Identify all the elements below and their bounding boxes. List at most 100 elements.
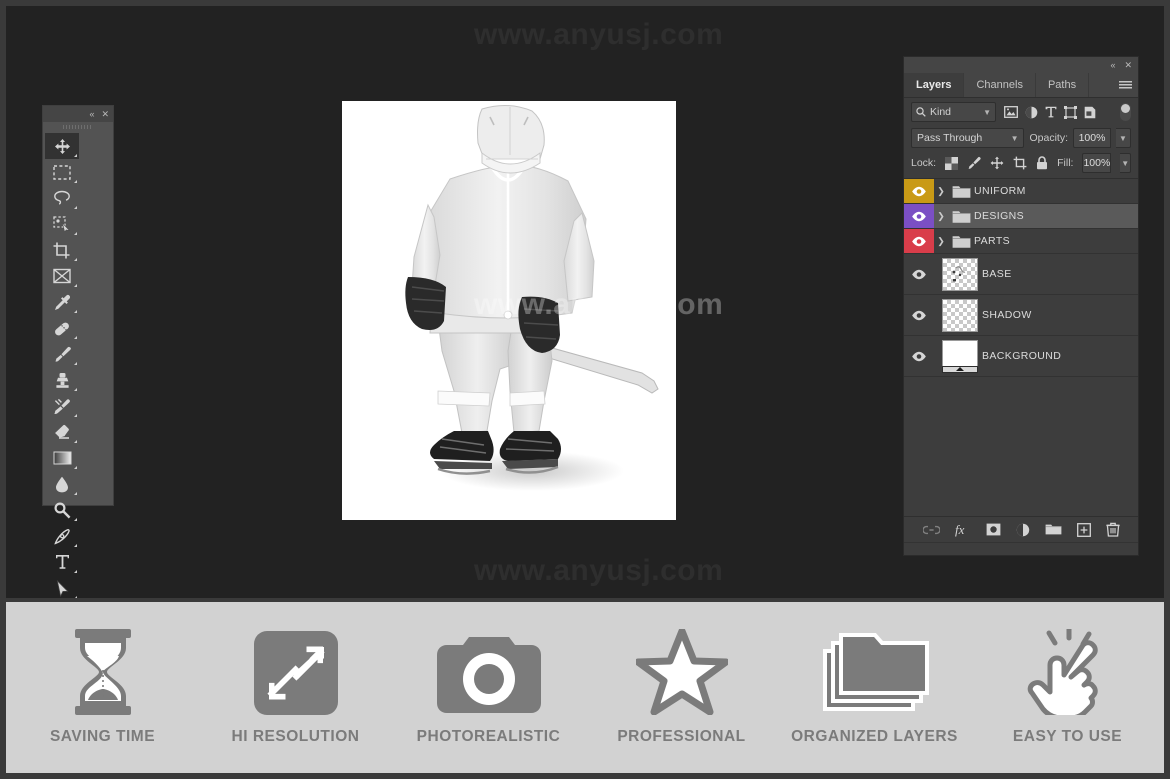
- lock-position-icon[interactable]: [990, 156, 1004, 170]
- search-icon: [916, 107, 926, 117]
- opacity-label: Opacity:: [1029, 132, 1068, 144]
- lock-row: Lock: Fill: 100% ▼: [904, 151, 1138, 178]
- add-layer-mask-icon[interactable]: [986, 523, 1001, 536]
- tab-channels[interactable]: Channels: [964, 73, 1036, 97]
- visibility-toggle-shadow[interactable]: [904, 295, 934, 335]
- layer-name-parts: PARTS: [974, 235, 1011, 247]
- path-selection-tool[interactable]: [45, 575, 79, 598]
- crop-tool[interactable]: [45, 237, 79, 263]
- blend-mode-value: Pass Through: [917, 132, 983, 144]
- layer-name-base: BASE: [982, 268, 1012, 280]
- layer-thumbnail-base[interactable]: [942, 257, 978, 291]
- chevron-down-icon: ▼: [1010, 133, 1019, 143]
- hourglass-icon: [69, 629, 137, 715]
- layer-style-fx-icon[interactable]: fx: [955, 523, 971, 537]
- layer-filter-row: Kind ▼: [904, 98, 1138, 126]
- eraser-tool[interactable]: [45, 419, 79, 445]
- type-filter-icon[interactable]: [1045, 106, 1057, 118]
- layer-name-uniform: UNIFORM: [974, 185, 1026, 197]
- layer-row-background[interactable]: BACKGROUND: [904, 336, 1138, 377]
- feature-saving-time: SAVING TIME: [18, 629, 188, 746]
- filter-kind-select[interactable]: Kind ▼: [911, 102, 996, 122]
- tab-paths[interactable]: Paths: [1036, 73, 1090, 97]
- pen-tool[interactable]: [45, 523, 79, 549]
- feature-label-photorealistic: PHOTOREALISTIC: [416, 728, 561, 745]
- new-group-icon[interactable]: [1045, 523, 1062, 536]
- feature-organized-layers: ORGANIZED LAYERS: [790, 629, 960, 746]
- feature-label-hi-resolution: HI RESOLUTION: [231, 728, 360, 745]
- folder-icon: [948, 184, 974, 199]
- blur-tool[interactable]: [45, 471, 79, 497]
- link-layers-icon[interactable]: [922, 525, 940, 535]
- feature-easy-to-use: EASY TO USE: [983, 629, 1153, 746]
- lock-artboard-icon[interactable]: [1013, 156, 1027, 170]
- watermark-bottom: www.anyusj.com: [474, 554, 724, 587]
- visibility-toggle-base[interactable]: [904, 254, 934, 294]
- tools-panel-header: « ✕: [43, 106, 113, 122]
- image-filter-icon[interactable]: [1004, 106, 1018, 118]
- gradient-tool[interactable]: [45, 445, 79, 471]
- delete-layer-icon[interactable]: [1105, 522, 1120, 537]
- chevron-down-icon: ▼: [983, 107, 991, 117]
- fill-chevron-down-icon[interactable]: ▼: [1120, 153, 1131, 173]
- filter-enable-toggle[interactable]: [1120, 103, 1131, 121]
- lock-all-icon[interactable]: [1036, 156, 1048, 170]
- brush-tool[interactable]: [45, 341, 79, 367]
- shape-filter-icon[interactable]: [1064, 105, 1077, 119]
- quick-selection-tool[interactable]: [45, 211, 79, 237]
- visibility-toggle-background[interactable]: [904, 336, 934, 376]
- tools-panel: « ✕: [42, 105, 114, 598]
- healing-brush-tool[interactable]: [45, 315, 79, 341]
- layers-panel-footer: fx: [904, 516, 1138, 542]
- lock-transparent-pixels-icon[interactable]: [945, 156, 959, 170]
- layers-close-icon[interactable]: ✕: [1124, 60, 1132, 70]
- fill-input[interactable]: 100%: [1082, 153, 1112, 173]
- expand-group-parts[interactable]: ❯: [934, 236, 948, 247]
- type-tool[interactable]: [45, 549, 79, 575]
- clone-stamp-tool[interactable]: [45, 367, 79, 393]
- layer-thumbnail-background[interactable]: [942, 339, 978, 373]
- layer-thumbnail-shadow[interactable]: [942, 298, 978, 332]
- rectangular-marquee-tool[interactable]: [45, 159, 79, 185]
- lock-image-pixels-icon[interactable]: [967, 156, 981, 170]
- panel-resize-handle[interactable]: [904, 542, 1138, 555]
- tools-grid: [43, 131, 113, 598]
- fill-label: Fill:: [1057, 157, 1074, 169]
- tools-drag-grip[interactable]: [43, 122, 113, 131]
- visibility-toggle-designs[interactable]: [904, 204, 934, 228]
- photoshop-workspace: www.anyusj.com www.anyusj.com www.anyusj…: [6, 6, 1164, 598]
- new-layer-icon[interactable]: [1076, 522, 1091, 537]
- layer-row-parts[interactable]: ❯ PARTS: [904, 229, 1138, 254]
- layer-row-uniform[interactable]: ❯ UNIFORM: [904, 179, 1138, 204]
- new-adjustment-layer-icon[interactable]: [1016, 523, 1030, 537]
- visibility-toggle-uniform[interactable]: [904, 179, 934, 203]
- move-tool[interactable]: [45, 133, 79, 159]
- visibility-toggle-parts[interactable]: [904, 229, 934, 253]
- layer-row-designs[interactable]: ❯ DESIGNS: [904, 204, 1138, 229]
- opacity-chevron-down-icon[interactable]: ▼: [1116, 128, 1131, 148]
- eyedropper-tool[interactable]: [45, 289, 79, 315]
- tools-close-icon[interactable]: ✕: [101, 109, 109, 119]
- history-brush-tool[interactable]: [45, 393, 79, 419]
- layer-row-base[interactable]: BASE: [904, 254, 1138, 295]
- layer-row-shadow[interactable]: SHADOW: [904, 295, 1138, 336]
- lasso-tool[interactable]: [45, 185, 79, 211]
- tools-collapse-icon[interactable]: «: [89, 109, 94, 119]
- blend-mode-select[interactable]: Pass Through ▼: [911, 128, 1025, 148]
- smart-object-filter-icon[interactable]: [1084, 106, 1096, 119]
- layer-name-shadow: SHADOW: [982, 309, 1032, 321]
- panel-menu-icon[interactable]: [1119, 73, 1132, 97]
- click-hand-icon: [1027, 629, 1109, 715]
- expand-group-designs[interactable]: ❯: [934, 211, 948, 222]
- adjustment-filter-icon[interactable]: [1025, 106, 1038, 119]
- frame-tool[interactable]: [45, 263, 79, 289]
- feature-hi-resolution: HI RESOLUTION: [211, 629, 381, 746]
- tab-layers[interactable]: Layers: [904, 73, 965, 97]
- layers-collapse-icon[interactable]: «: [1110, 60, 1115, 70]
- layers-list: ❯ UNIFORM ❯ DESIGNS ❯ PARTS BASE SHADOW …: [904, 178, 1138, 377]
- layer-name-background: BACKGROUND: [982, 350, 1062, 362]
- expand-group-uniform[interactable]: ❯: [934, 186, 948, 197]
- dodge-tool[interactable]: [45, 497, 79, 523]
- opacity-input[interactable]: 100%: [1073, 128, 1111, 148]
- star-icon: [635, 629, 728, 715]
